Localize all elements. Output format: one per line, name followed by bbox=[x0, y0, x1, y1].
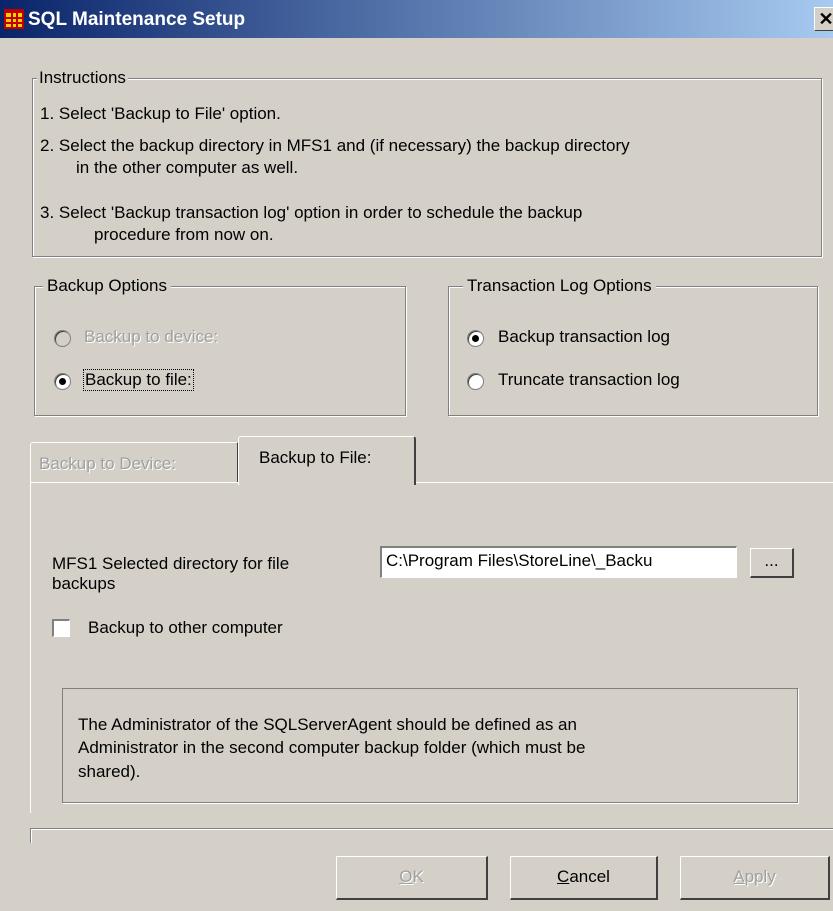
database-app-icon bbox=[4, 9, 24, 29]
close-icon[interactable]: ✕ bbox=[814, 7, 833, 31]
cancel-button[interactable]: Cancel bbox=[510, 856, 658, 900]
title-bar: SQL Maintenance Setup ✕ bbox=[0, 0, 833, 38]
backup-to-file-label[interactable]: Backup to file: bbox=[83, 369, 194, 391]
directory-label-line-1: MFS1 Selected directory for file bbox=[52, 554, 290, 573]
ok-mnemonic: O bbox=[399, 867, 413, 886]
note-line-3: shared). bbox=[78, 762, 141, 781]
backup-to-device-label[interactable]: Backup to device: bbox=[84, 327, 218, 347]
truncate-transaction-log-radio[interactable] bbox=[467, 373, 484, 390]
tab-backup-to-file-label: Backup to File: bbox=[259, 448, 372, 467]
cancel-label-rest: ancel bbox=[569, 867, 610, 886]
backup-to-other-computer-checkbox[interactable] bbox=[52, 619, 70, 637]
backup-to-device-radio[interactable] bbox=[54, 330, 71, 347]
radio-selected-dot bbox=[59, 378, 66, 385]
tab-backup-to-device[interactable]: Backup to Device: bbox=[30, 442, 239, 483]
backup-to-file-radio[interactable] bbox=[54, 373, 71, 390]
ok-button[interactable]: OK bbox=[336, 856, 488, 900]
note-line-1: The Administrator of the SQLServerAgent … bbox=[78, 715, 577, 734]
backup-to-other-computer-label[interactable]: Backup to other computer bbox=[88, 618, 283, 638]
instruction-line-2: 2. Select the backup directory in MFS1 a… bbox=[40, 136, 630, 155]
apply-label-rest: pply bbox=[744, 867, 776, 886]
backup-transaction-log-radio[interactable] bbox=[467, 330, 484, 347]
instruction-line-3: 3. Select 'Backup transaction log' optio… bbox=[40, 203, 583, 222]
window-title: SQL Maintenance Setup bbox=[28, 9, 246, 30]
ok-label-rest: K bbox=[412, 867, 424, 886]
truncate-transaction-log-label[interactable]: Truncate transaction log bbox=[498, 370, 680, 390]
apply-mnemonic: A bbox=[733, 867, 745, 886]
instruction-line-1: 1. Select 'Backup to File' option. bbox=[40, 104, 281, 123]
bottom-separator bbox=[30, 828, 833, 843]
tab-backup-to-device-label: Backup to Device: bbox=[39, 454, 177, 473]
backup-directory-field[interactable]: C:\Program Files\StoreLine\_Backu bbox=[380, 546, 737, 578]
cancel-mnemonic: C bbox=[557, 867, 570, 886]
transaction-log-options-group: Transaction Log Options bbox=[448, 276, 818, 416]
instructions-legend: Instructions bbox=[37, 68, 128, 88]
backup-options-legend: Backup Options bbox=[43, 276, 172, 296]
note-line-2: Administrator in the second computer bac… bbox=[78, 738, 586, 757]
backup-options-group: Backup Options bbox=[34, 276, 406, 416]
tab-backup-to-file[interactable]: Backup to File: bbox=[238, 436, 416, 485]
directory-label-line-2: backups bbox=[52, 574, 116, 593]
radio-selected-dot bbox=[472, 335, 479, 342]
backup-transaction-log-label[interactable]: Backup transaction log bbox=[498, 327, 670, 347]
apply-button[interactable]: Apply bbox=[680, 856, 830, 900]
instruction-line-2-cont: in the other computer as well. bbox=[76, 158, 299, 177]
instruction-line-3-cont: procedure from now on. bbox=[94, 225, 274, 244]
browse-button[interactable]: ... bbox=[750, 548, 794, 578]
transaction-log-options-legend: Transaction Log Options bbox=[463, 276, 656, 296]
